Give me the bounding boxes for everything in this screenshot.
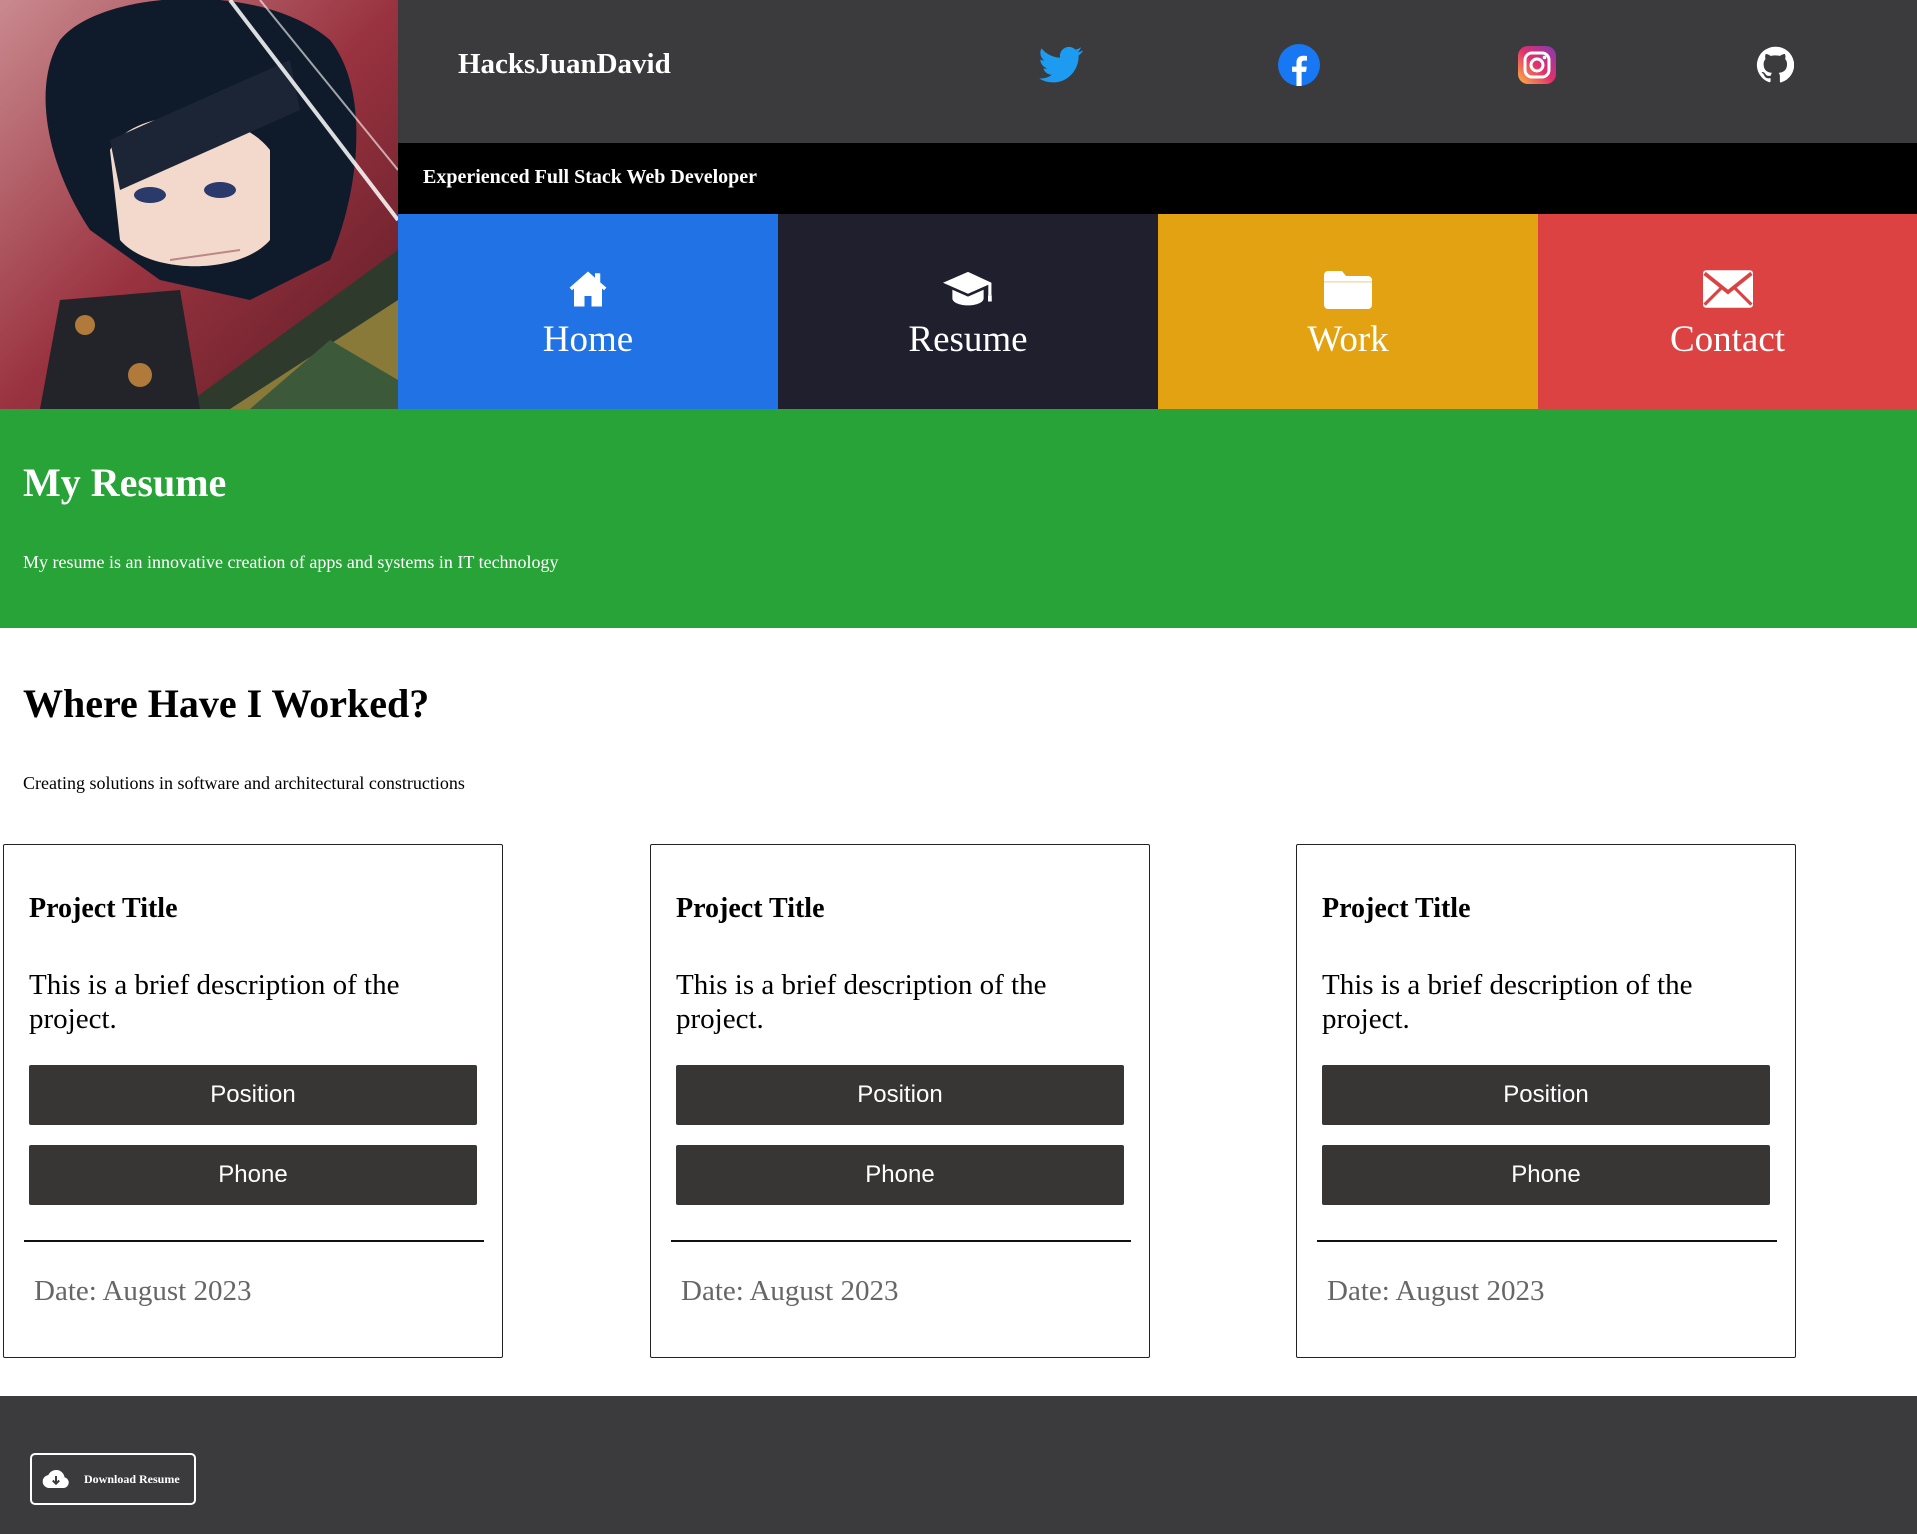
brand-name[interactable]: HacksJuanDavid <box>458 48 671 81</box>
card-title: Project Title <box>29 893 178 924</box>
card-divider <box>24 1240 484 1242</box>
card-date: Date: August 2023 <box>34 1275 252 1307</box>
nav-item-work[interactable]: Work <box>1158 214 1538 409</box>
nav-label-home: Home <box>542 319 634 360</box>
card-description: This is a brief description of the proje… <box>676 969 1047 1035</box>
card-divider <box>671 1240 1131 1242</box>
top-bar: HacksJuanDavid <box>398 0 1917 143</box>
github-icon[interactable] <box>1752 42 1798 88</box>
card-title: Project Title <box>676 893 825 924</box>
card-divider <box>1317 1240 1777 1242</box>
card-description: This is a brief description of the proje… <box>1322 969 1693 1035</box>
nav-item-contact[interactable]: Contact <box>1538 214 1917 409</box>
download-resume-label: Download Resume <box>84 1471 180 1486</box>
project-card: Project Title This is a brief descriptio… <box>650 844 1150 1358</box>
main-nav: Home Resume Work Contact <box>398 214 1917 409</box>
section-subtitle: Creating solutions in software and archi… <box>23 773 465 793</box>
cloud-download-icon <box>42 1468 70 1490</box>
project-card: Project Title This is a brief descriptio… <box>1296 844 1796 1358</box>
tagline: Experienced Full Stack Web Developer <box>423 166 758 188</box>
phone-button[interactable]: Phone <box>1322 1145 1770 1205</box>
graduation-cap-icon <box>943 266 993 312</box>
hero-title: My Resume <box>23 460 227 505</box>
resume-hero: My Resume My resume is an innovative cre… <box>0 409 1917 628</box>
profile-image <box>0 0 398 409</box>
tagline-bar: Experienced Full Stack Web Developer <box>398 143 1917 214</box>
twitter-icon[interactable] <box>1038 42 1084 88</box>
nav-label-contact: Contact <box>1669 319 1786 360</box>
card-title: Project Title <box>1322 893 1471 924</box>
phone-button[interactable]: Phone <box>676 1145 1124 1205</box>
hero-text: My resume is an innovative creation of a… <box>23 552 559 572</box>
site-footer: Download Resume <box>0 1396 1917 1534</box>
nav-label-resume: Resume <box>908 319 1028 360</box>
download-resume-button[interactable]: Download Resume <box>30 1453 196 1505</box>
site-header: HacksJuanDavid Experienced Full Stack We… <box>0 0 1917 409</box>
folder-icon <box>1324 266 1372 312</box>
card-description: This is a brief description of the proje… <box>29 969 400 1035</box>
position-button[interactable]: Position <box>676 1065 1124 1125</box>
phone-button[interactable]: Phone <box>29 1145 477 1205</box>
card-date: Date: August 2023 <box>1327 1275 1545 1307</box>
nav-item-home[interactable]: Home <box>398 214 778 409</box>
position-button[interactable]: Position <box>1322 1065 1770 1125</box>
envelope-icon <box>1702 266 1753 312</box>
nav-item-resume[interactable]: Resume <box>778 214 1158 409</box>
position-button[interactable]: Position <box>29 1065 477 1125</box>
facebook-icon[interactable] <box>1276 42 1322 88</box>
instagram-icon[interactable] <box>1514 42 1560 88</box>
card-date: Date: August 2023 <box>681 1275 899 1307</box>
home-icon <box>567 266 609 312</box>
section-title: Where Have I Worked? <box>23 681 430 726</box>
project-card: Project Title This is a brief descriptio… <box>3 844 503 1358</box>
nav-label-work: Work <box>1307 319 1389 360</box>
